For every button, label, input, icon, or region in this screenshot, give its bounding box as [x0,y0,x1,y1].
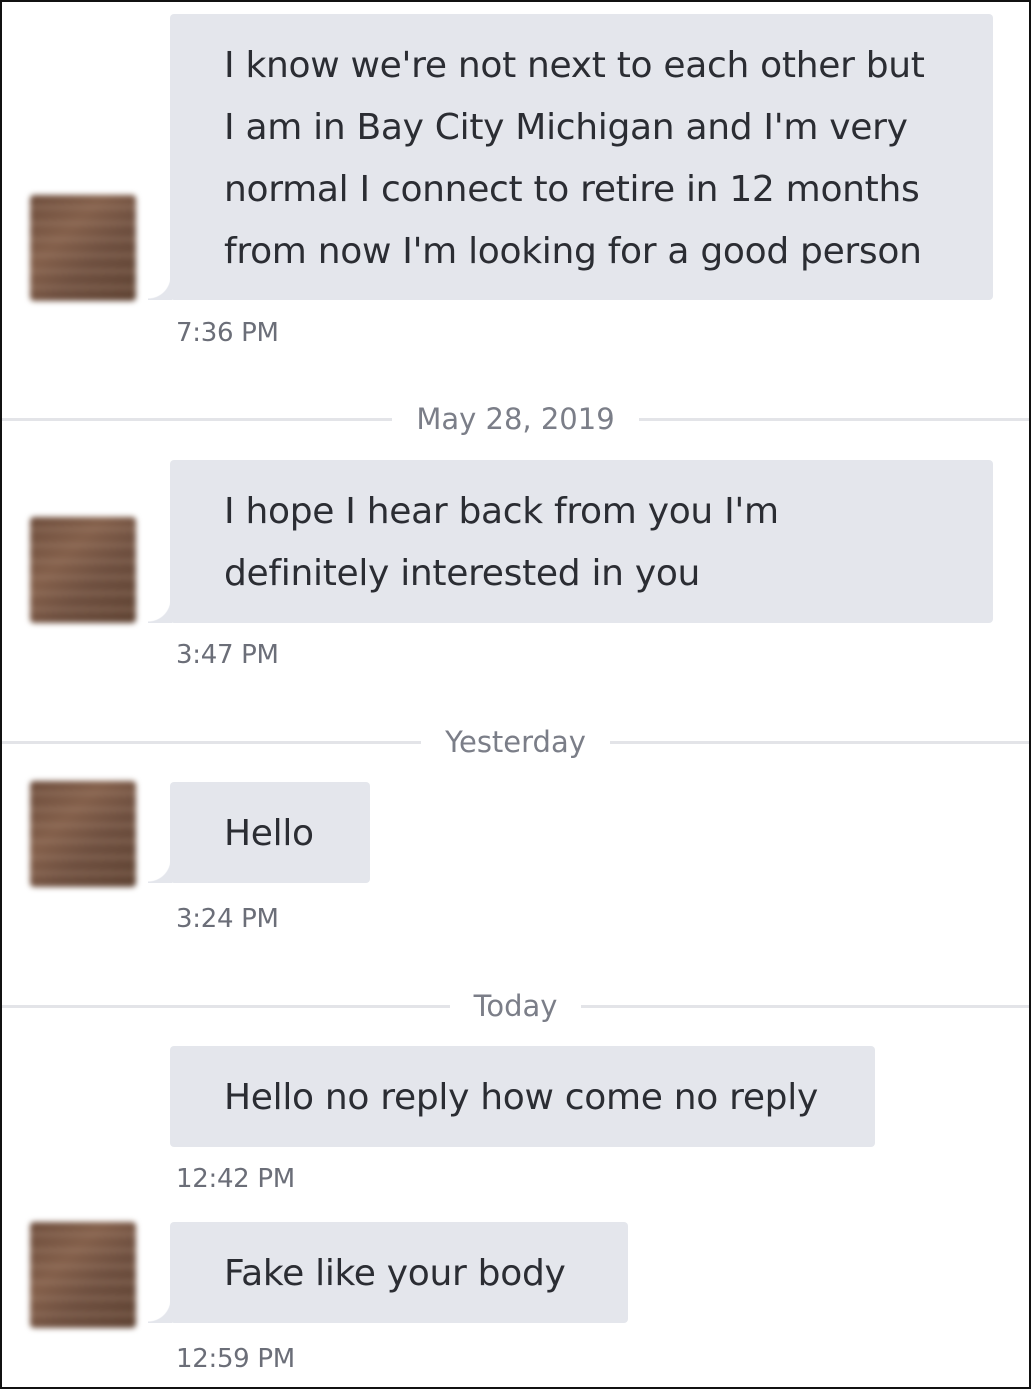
message-bubble[interactable]: Hello [148,782,370,883]
message-timestamp: 12:59 PM [176,1344,295,1374]
message-bubble[interactable]: I know we're not next to each other but … [148,14,993,300]
message-timestamp: 3:47 PM [176,640,279,670]
message-text-line: Fake like your body [224,1253,566,1294]
message-text-line: I hope I hear back from you I'm [224,491,779,532]
sender-avatar[interactable] [30,517,136,623]
message-text-line: definitely interested in you [224,553,701,594]
sender-avatar[interactable] [30,195,136,301]
message-bubble[interactable]: Hello no reply how come no reply [170,1046,875,1147]
message-text-line: normal I connect to retire in 12 months [224,169,920,210]
message-text-line: Hello no reply how come no reply [224,1077,818,1118]
sender-avatar[interactable] [30,1222,136,1328]
message-timestamp: 12:42 PM [176,1164,295,1194]
message-timestamp: 3:24 PM [176,904,279,934]
date-divider: May 28, 2019 [0,399,1031,439]
divider-label: Yesterday [421,725,610,759]
sender-avatar[interactable] [30,781,136,887]
date-divider: Yesterday [0,722,1031,762]
message-timestamp: 7:36 PM [176,318,279,348]
date-divider: Today [0,986,1031,1026]
divider-label: Today [449,989,582,1023]
message-text-line: I know we're not next to each other but [224,45,925,86]
message-text-line: from now I'm looking for a good person [224,231,922,272]
message-bubble[interactable]: I hope I hear back from you I'm definite… [148,460,993,623]
message-text-line: I am in Bay City Michigan and I'm very [224,107,908,148]
message-text-line: Hello [224,813,314,854]
divider-label: May 28, 2019 [392,402,639,436]
message-bubble[interactable]: Fake like your body [148,1222,628,1323]
